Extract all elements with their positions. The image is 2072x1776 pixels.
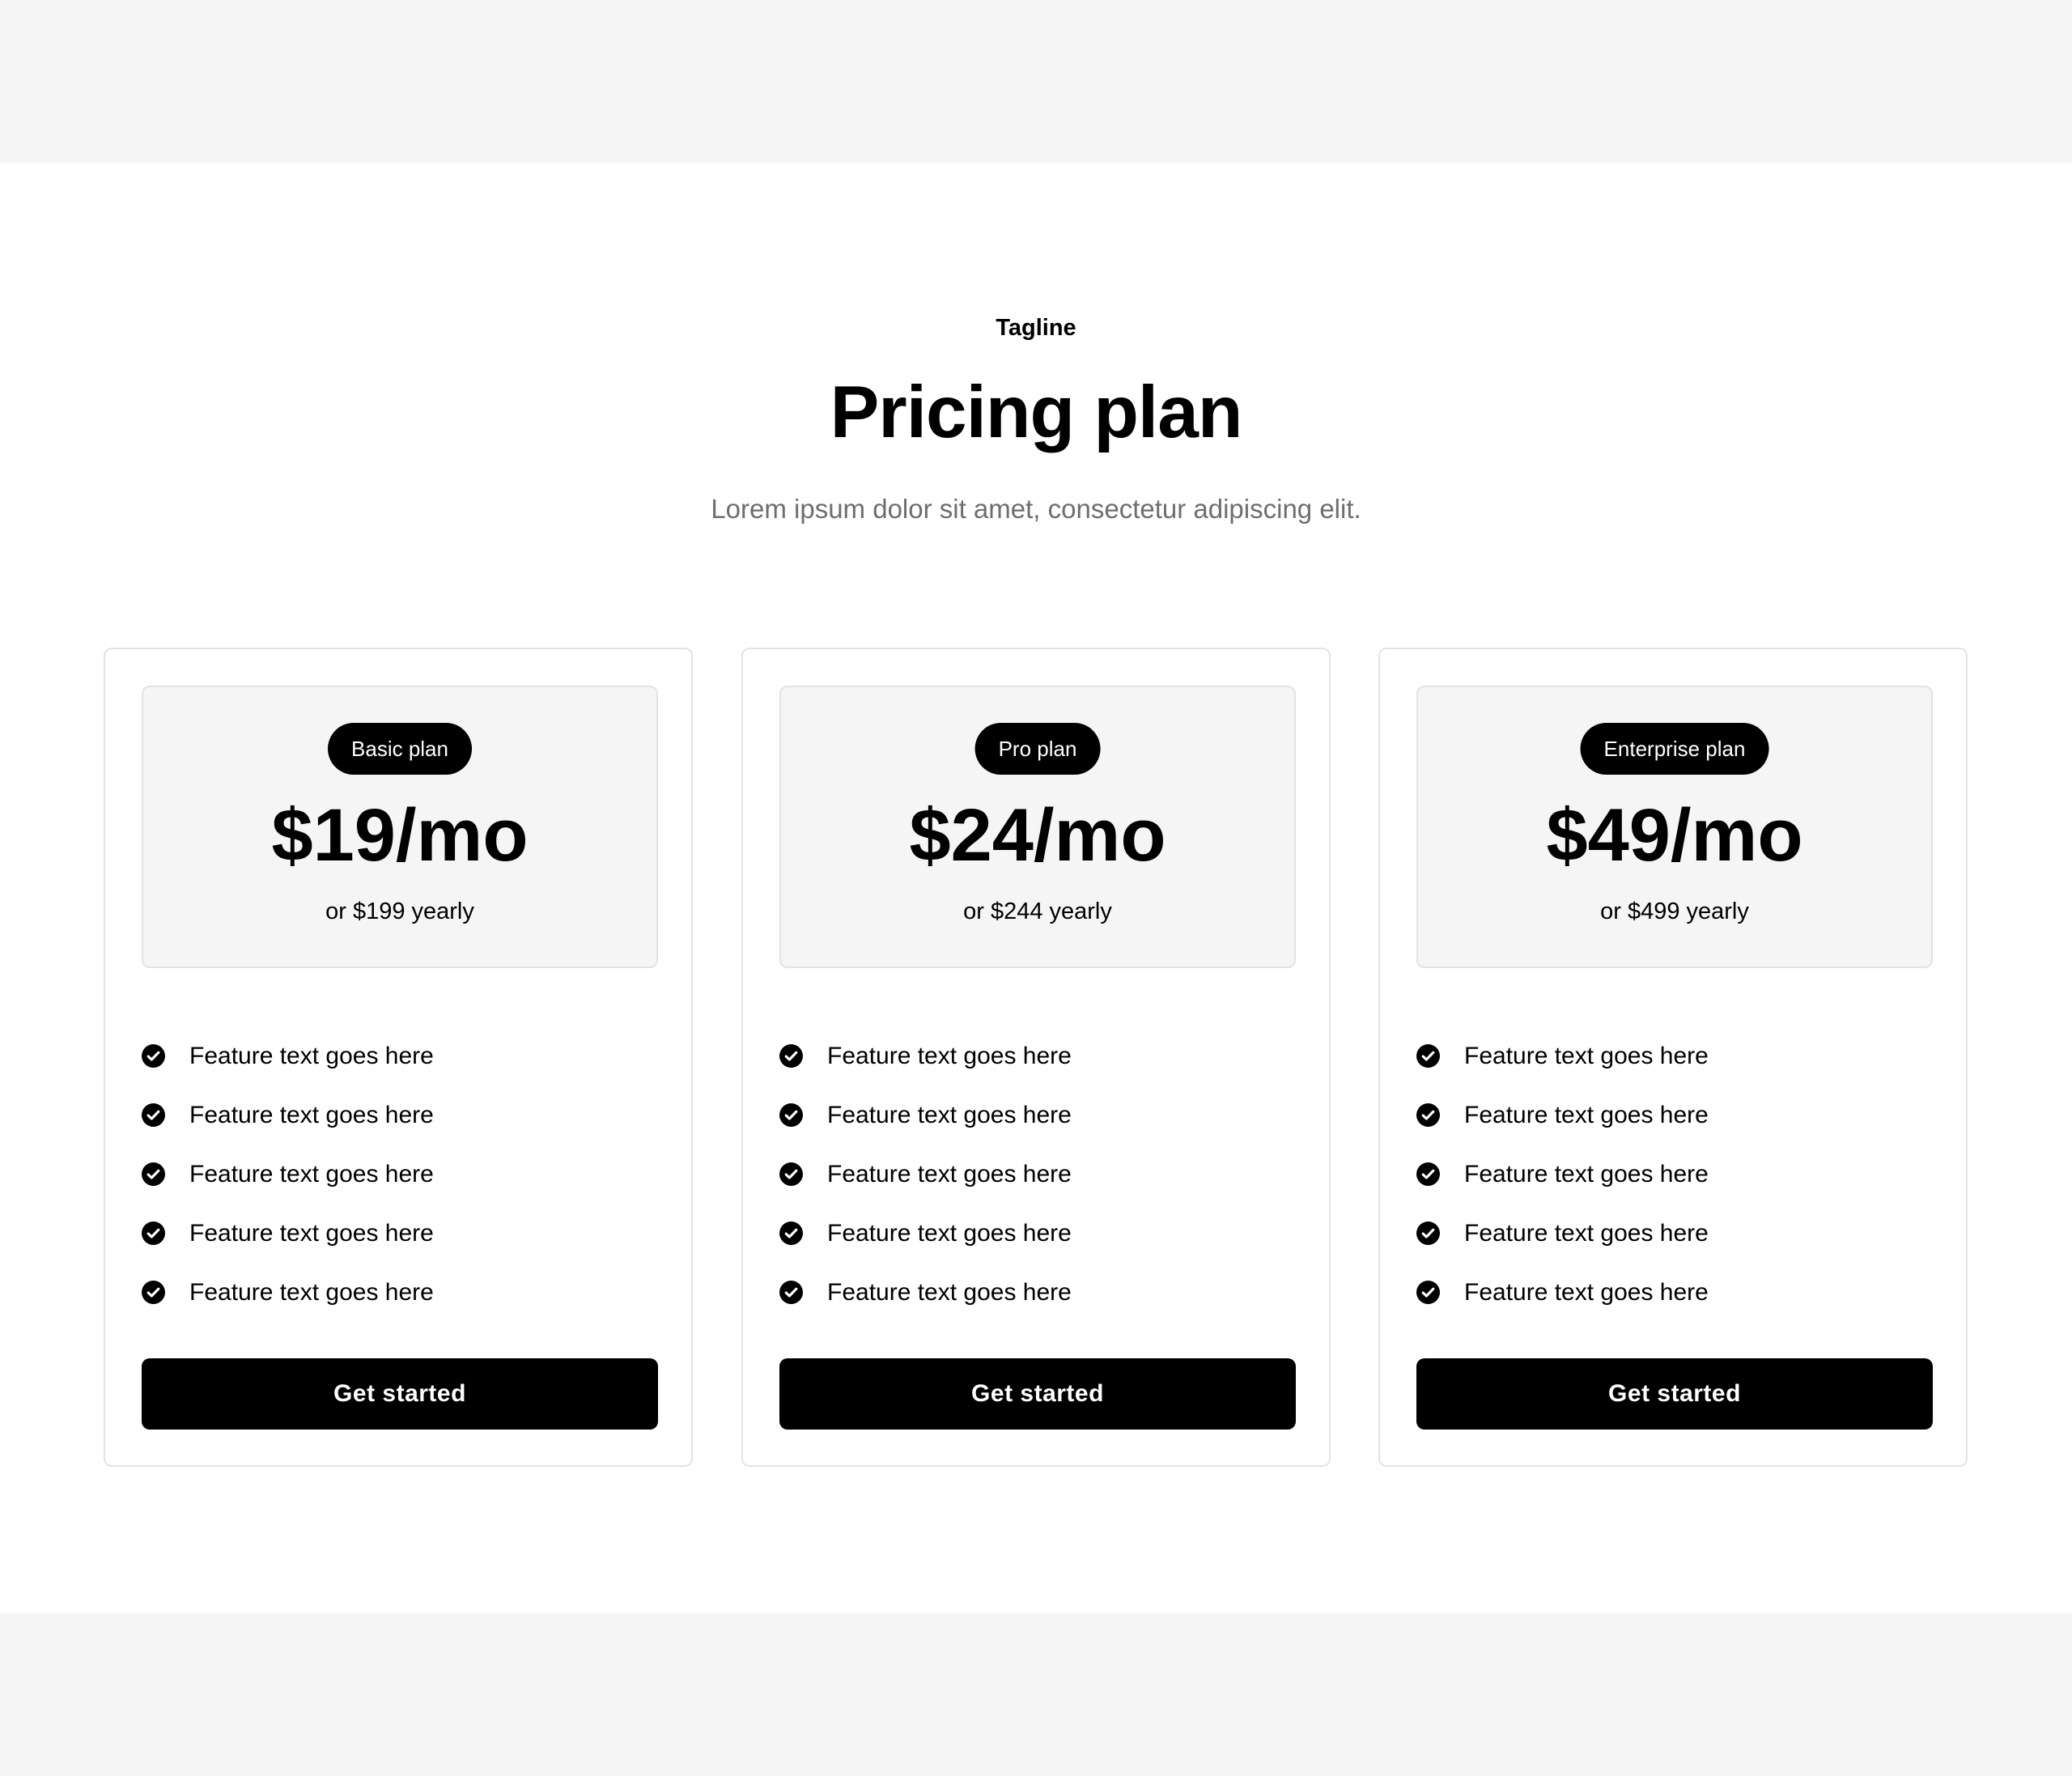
get-started-button[interactable]: Get started [1416,1358,1933,1430]
feature-list: Feature text goes here Feature text goes… [779,1026,1296,1322]
feature-item: Feature text goes here [779,1145,1296,1204]
feature-item: Feature text goes here [142,1204,658,1263]
pricing-section: Tagline Pricing plan Lorem ipsum dolor s… [0,163,2072,1613]
pricing-card-enterprise: Enterprise plan $49/mo or $499 yearly Fe… [1378,648,1968,1467]
feature-item: Feature text goes here [1416,1145,1933,1204]
feature-text: Feature text goes here [827,1042,1072,1069]
check-circle-icon [142,1162,165,1186]
check-circle-icon [1416,1162,1440,1186]
feature-item: Feature text goes here [142,1263,658,1322]
plan-badge: Pro plan [974,723,1101,775]
price-box: Enterprise plan $49/mo or $499 yearly [1416,686,1933,968]
feature-item: Feature text goes here [1416,1026,1933,1086]
feature-text: Feature text goes here [827,1101,1072,1128]
page-subtitle: Lorem ipsum dolor sit amet, consectetur … [711,494,1361,524]
feature-text: Feature text goes here [189,1042,434,1069]
pricing-card-pro: Pro plan $24/mo or $244 yearly Feature t… [741,648,1331,1467]
get-started-button[interactable]: Get started [779,1358,1296,1430]
feature-item: Feature text goes here [1416,1204,1933,1263]
feature-item: Feature text goes here [779,1086,1296,1145]
feature-text: Feature text goes here [827,1160,1072,1188]
check-circle-icon [142,1103,165,1127]
check-circle-icon [1416,1281,1440,1304]
feature-item: Feature text goes here [142,1026,658,1086]
check-circle-icon [779,1103,803,1127]
feature-text: Feature text goes here [1464,1042,1709,1069]
check-circle-icon [779,1222,803,1245]
plan-price: $19/mo [271,794,529,877]
plan-yearly-price: or $499 yearly [1600,899,1749,924]
feature-text: Feature text goes here [189,1160,434,1188]
pricing-cards: Basic plan $19/mo or $199 yearly Feature… [104,648,1968,1467]
plan-price: $24/mo [909,794,1166,877]
feature-item: Feature text goes here [779,1263,1296,1322]
plan-price: $49/mo [1546,794,1803,877]
feature-item: Feature text goes here [1416,1086,1933,1145]
check-circle-icon [779,1162,803,1186]
page-title: Pricing plan [830,372,1243,453]
feature-item: Feature text goes here [142,1086,658,1145]
plan-yearly-price: or $244 yearly [963,899,1112,924]
feature-text: Feature text goes here [1464,1219,1709,1247]
feature-item: Feature text goes here [1416,1263,1933,1322]
feature-text: Feature text goes here [189,1278,434,1306]
check-circle-icon [1416,1044,1440,1068]
feature-list: Feature text goes here Feature text goes… [1416,1026,1933,1322]
plan-yearly-price: or $199 yearly [325,899,474,924]
feature-item: Feature text goes here [779,1026,1296,1086]
plan-badge: Enterprise plan [1580,723,1769,775]
feature-item: Feature text goes here [142,1145,658,1204]
check-circle-icon [142,1281,165,1304]
check-circle-icon [142,1222,165,1245]
check-circle-icon [779,1281,803,1304]
feature-text: Feature text goes here [189,1219,434,1247]
price-box: Basic plan $19/mo or $199 yearly [142,686,658,968]
check-circle-icon [1416,1103,1440,1127]
feature-item: Feature text goes here [779,1204,1296,1263]
feature-text: Feature text goes here [1464,1160,1709,1188]
plan-badge: Basic plan [328,723,472,775]
feature-text: Feature text goes here [827,1278,1072,1306]
check-circle-icon [779,1044,803,1068]
feature-list: Feature text goes here Feature text goes… [142,1026,658,1322]
feature-text: Feature text goes here [827,1219,1072,1247]
price-box: Pro plan $24/mo or $244 yearly [779,686,1296,968]
check-circle-icon [142,1044,165,1068]
pricing-card-basic: Basic plan $19/mo or $199 yearly Feature… [104,648,693,1467]
feature-text: Feature text goes here [1464,1278,1709,1306]
get-started-button[interactable]: Get started [142,1358,658,1430]
feature-text: Feature text goes here [189,1101,434,1128]
feature-text: Feature text goes here [1464,1101,1709,1128]
check-circle-icon [1416,1222,1440,1245]
tagline: Tagline [996,315,1076,341]
